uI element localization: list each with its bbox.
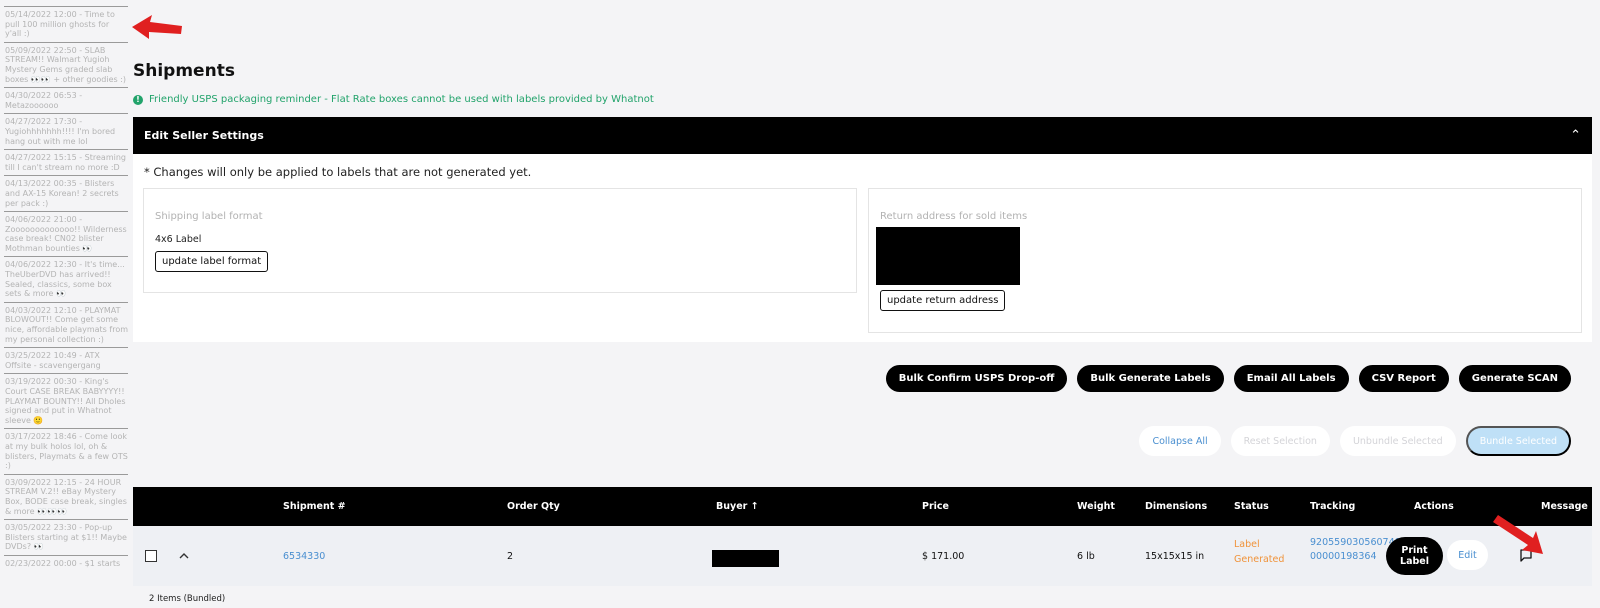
bundle-selected-button[interactable]: Bundle Selected xyxy=(1465,426,1571,456)
header-dimensions[interactable]: Dimensions xyxy=(1145,501,1207,512)
tracking-link-line-2[interactable]: 00000198364 xyxy=(1310,551,1377,562)
tracking-link-line-1[interactable]: 920559030560740 xyxy=(1310,537,1401,548)
bulk-confirm-usps-button[interactable]: Bulk Confirm USPS Drop-off xyxy=(885,365,1068,392)
sidebar-item[interactable]: 03/25/2022 10:49 - ATX Offsite - scaveng… xyxy=(4,347,128,373)
bundle-label: 2 Items (Bundled) xyxy=(149,594,226,604)
shipping-label-format-label: Shipping label format xyxy=(155,211,263,222)
header-price[interactable]: Price xyxy=(922,501,949,512)
settings-title: Edit Seller Settings xyxy=(144,129,264,142)
order-qty: 2 xyxy=(507,551,514,562)
annotation-arrow-icon xyxy=(1493,515,1543,554)
usps-reminder: ! Friendly USPS packaging reminder - Fla… xyxy=(133,94,654,105)
redacted-address xyxy=(876,227,1020,285)
print-label-button[interactable]: Print Label xyxy=(1386,537,1443,575)
seller-settings-panel: * Changes will only be applied to labels… xyxy=(133,154,1592,342)
reminder-text: Friendly USPS packaging reminder - Flat … xyxy=(149,94,654,105)
header-message: Message xyxy=(1541,501,1588,512)
shipments-table-header: Shipment # Order Qty Buyer ↑ Price Weigh… xyxy=(133,487,1592,526)
page-title: Shipments xyxy=(133,61,235,81)
print-label-line-1: Print xyxy=(1401,545,1428,556)
sidebar-item[interactable]: 04/13/2022 00:35 - Blisters and AX-15 Ko… xyxy=(4,175,128,211)
bulk-actions-toolbar: Bulk Confirm USPS Drop-off Bulk Generate… xyxy=(885,365,1571,392)
sidebar-item[interactable]: 04/03/2022 12:10 - PLAYMAT BLOWOUT!! Com… xyxy=(4,301,128,347)
sidebar-item[interactable]: 03/19/2022 00:30 - King's Court CASE BRE… xyxy=(4,373,128,428)
header-tracking[interactable]: Tracking xyxy=(1310,501,1355,512)
sidebar-item[interactable]: 03/05/2022 23:30 - Pop-up Blisters start… xyxy=(4,519,128,555)
selection-toolbar: Collapse All Reset Selection Unbundle Se… xyxy=(1139,426,1571,456)
info-icon: ! xyxy=(133,94,143,105)
bulk-generate-labels-button[interactable]: Bulk Generate Labels xyxy=(1077,365,1224,392)
row-checkbox[interactable] xyxy=(145,550,157,562)
header-order-qty[interactable]: Order Qty xyxy=(507,501,560,512)
table-row: 6534330 2 $ 171.00 6 lb 15x15x15 in Labe… xyxy=(133,526,1592,586)
sidebar-item[interactable]: 04/27/2022 17:30 - Yugiohhhhhhh!!!! I'm … xyxy=(4,113,128,149)
seller-settings-header[interactable]: Edit Seller Settings ⌃ xyxy=(133,117,1592,154)
settings-note: * Changes will only be applied to labels… xyxy=(144,165,532,179)
sidebar-item[interactable]: 02/23/2022 00:00 - $1 starts xyxy=(4,554,128,572)
csv-report-button[interactable]: CSV Report xyxy=(1358,365,1449,392)
print-label-line-2: Label xyxy=(1400,556,1429,567)
shipment-number-link[interactable]: 6534330 xyxy=(283,551,325,562)
email-all-labels-button[interactable]: Email All Labels xyxy=(1233,365,1349,392)
collapse-all-button[interactable]: Collapse All xyxy=(1139,426,1221,456)
status-line-2: Generated xyxy=(1234,554,1285,565)
update-label-format-button[interactable]: update label format xyxy=(155,251,269,272)
update-return-address-button[interactable]: update return address xyxy=(880,290,1006,311)
sidebar-item[interactable]: 04/06/2022 21:00 - Zooooooooooooo!! Wild… xyxy=(4,211,128,256)
header-shipment[interactable]: Shipment # xyxy=(283,501,346,512)
edit-button[interactable]: Edit xyxy=(1447,540,1488,570)
sidebar-item[interactable]: 05/09/2022 22:50 - SLAB STREAM!! Walmart… xyxy=(4,41,128,87)
redacted-buyer xyxy=(712,550,779,567)
generate-scan-button[interactable]: Generate SCAN xyxy=(1458,365,1571,392)
price: $ 171.00 xyxy=(922,551,965,562)
header-actions: Actions xyxy=(1414,501,1454,512)
status-line-1: Label xyxy=(1234,539,1260,550)
sidebar-item[interactable]: 05/14/2022 12:00 - Time to pull 100 mill… xyxy=(4,6,128,42)
dimensions: 15x15x15 in xyxy=(1145,551,1205,562)
sidebar-item[interactable]: 03/17/2022 18:46 - Come look at my bulk … xyxy=(4,428,128,473)
reset-selection-button[interactable]: Reset Selection xyxy=(1230,426,1330,456)
stream-sidebar: 05/14/2022 12:00 - Time to pull 100 mill… xyxy=(0,0,128,608)
unbundle-selected-button[interactable]: Unbundle Selected xyxy=(1339,426,1456,456)
main-content: Shipments ! Friendly USPS packaging remi… xyxy=(133,0,1592,608)
sidebar-item[interactable]: 04/06/2022 12:30 - It's time... TheUberD… xyxy=(4,256,128,301)
sidebar-item[interactable]: 04/30/2022 06:53 - Metazoooooo xyxy=(4,87,128,113)
shipping-label-card: Shipping label format 4x6 Label update l… xyxy=(143,188,857,293)
header-buyer[interactable]: Buyer ↑ xyxy=(716,501,759,512)
chevron-up-icon[interactable]: ⌃ xyxy=(1570,128,1581,143)
sidebar-item[interactable]: 03/09/2022 12:15 - 24 HOUR STREAM V.2!! … xyxy=(4,473,128,519)
return-address-label: Return address for sold items xyxy=(880,211,1028,222)
sidebar-item[interactable]: 04/27/2022 15:15 - Streaming till I can'… xyxy=(4,149,128,175)
header-status[interactable]: Status xyxy=(1234,501,1269,512)
header-weight[interactable]: Weight xyxy=(1077,501,1115,512)
chevron-up-icon[interactable] xyxy=(178,550,190,562)
shipping-label-format-value: 4x6 Label xyxy=(155,234,202,245)
return-address-card: Return address for sold items update ret… xyxy=(868,188,1582,333)
weight: 6 lb xyxy=(1077,551,1095,562)
